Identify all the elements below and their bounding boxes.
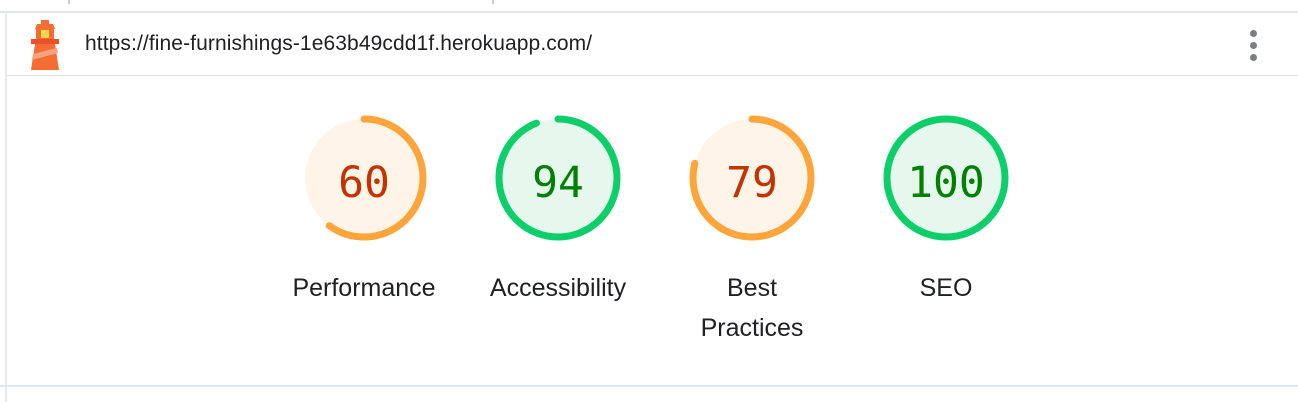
divider	[492, 0, 494, 4]
best-practices-gauge[interactable]: 79 Best Practices	[662, 113, 842, 353]
seo-gauge[interactable]: 100 SEO	[856, 113, 1036, 353]
accessibility-label: Accessibility	[489, 274, 627, 302]
best-practices-score: 79	[726, 158, 778, 208]
performance-gauge[interactable]: 60 Performance	[274, 113, 454, 353]
top-sliver	[0, 0, 1298, 11]
seo-score: 100	[907, 158, 985, 208]
divider	[68, 0, 70, 4]
accessibility-gauge[interactable]: 94 Accessibility	[468, 113, 648, 353]
best-practices-label: Best Practices	[700, 274, 804, 342]
accessibility-score: 94	[532, 158, 584, 208]
seo-label: SEO	[919, 274, 973, 302]
performance-label: Performance	[292, 274, 436, 302]
report-url[interactable]: https://fine-furnishings-1e63b49cdd1f.he…	[85, 32, 592, 56]
lighthouse-report-frame: https://fine-furnishings-1e63b49cdd1f.he…	[0, 0, 1298, 402]
divider	[0, 385, 1298, 387]
performance-score: 60	[338, 158, 390, 208]
lighthouse-icon	[31, 20, 59, 70]
more-vert-icon[interactable]	[1240, 25, 1266, 67]
divider	[7, 75, 1298, 76]
